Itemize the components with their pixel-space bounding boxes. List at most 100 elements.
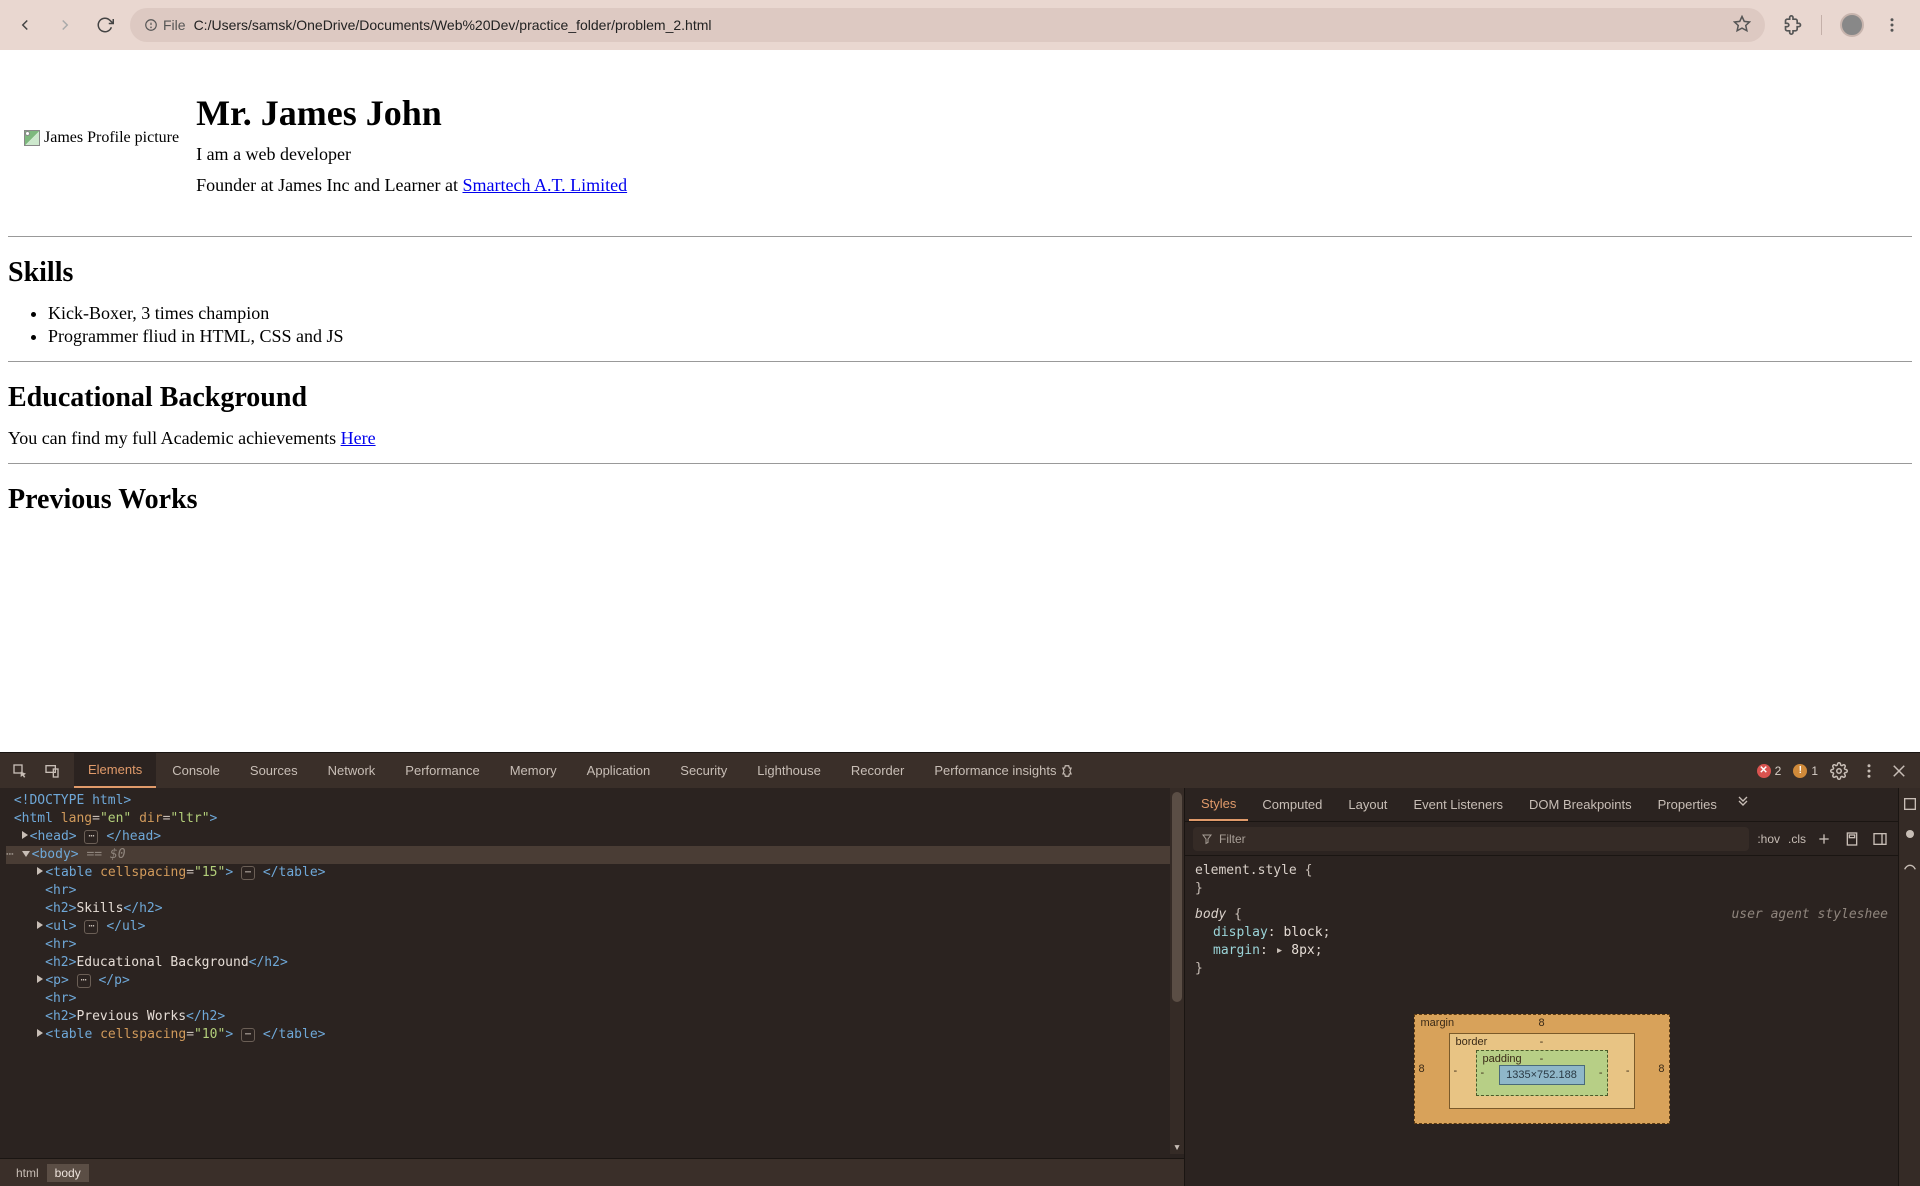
education-text: You can find my full Academic achievemen… bbox=[8, 428, 1912, 449]
box-value: - bbox=[1599, 1067, 1603, 1079]
file-label: File bbox=[163, 17, 186, 33]
box-model[interactable]: margin 8 8 8 border - - - padding - - - bbox=[1185, 984, 1898, 1124]
more-tabs-icon[interactable] bbox=[1735, 795, 1751, 814]
skills-heading: Skills bbox=[8, 257, 1912, 289]
tab-memory[interactable]: Memory bbox=[496, 753, 571, 788]
css-rules[interactable]: element.style { } body { user agent styl… bbox=[1185, 856, 1898, 984]
dom-line[interactable]: <ul> ⋯ </ul> bbox=[6, 918, 1184, 936]
tab-label: Performance insights bbox=[934, 763, 1056, 778]
tab-layout[interactable]: Layout bbox=[1336, 788, 1399, 821]
dom-line[interactable]: <hr> bbox=[6, 882, 1184, 900]
scrollbar-thumb[interactable] bbox=[1172, 792, 1182, 1002]
box-value: 8 bbox=[1419, 1063, 1425, 1075]
tab-console[interactable]: Console bbox=[158, 753, 234, 788]
tab-computed[interactable]: Computed bbox=[1250, 788, 1334, 821]
dom-line[interactable]: <!DOCTYPE html> bbox=[6, 792, 1184, 810]
error-count[interactable]: ✕ 2 bbox=[1757, 764, 1782, 778]
rail-icon[interactable] bbox=[1902, 826, 1918, 842]
filter-input[interactable]: Filter bbox=[1193, 827, 1749, 851]
box-value: - bbox=[1540, 1053, 1544, 1065]
tab-performance-insights[interactable]: Performance insights bbox=[920, 753, 1088, 788]
warning-count[interactable]: ! 1 bbox=[1793, 764, 1818, 778]
styles-tabs: Styles Computed Layout Event Listeners D… bbox=[1185, 788, 1898, 822]
tab-elements[interactable]: Elements bbox=[74, 753, 156, 788]
tab-dom-breakpoints[interactable]: DOM Breakpoints bbox=[1517, 788, 1644, 821]
crumb-body[interactable]: body bbox=[47, 1164, 89, 1182]
box-content: 1335×752.188 bbox=[1499, 1065, 1585, 1085]
tab-security[interactable]: Security bbox=[666, 753, 741, 788]
dom-line[interactable]: <html lang="en" dir="ltr"> bbox=[6, 810, 1184, 828]
education-link[interactable]: Here bbox=[341, 428, 376, 448]
error-icon: ✕ bbox=[1757, 764, 1771, 778]
list-item: Programmer fliud in HTML, CSS and JS bbox=[48, 326, 1912, 347]
crumb-html[interactable]: html bbox=[8, 1164, 47, 1182]
dom-line[interactable]: <hr> bbox=[6, 990, 1184, 1008]
box-value: 8 bbox=[1538, 1017, 1544, 1029]
dom-line-selected[interactable]: ⋯ <body> == $0 bbox=[6, 846, 1184, 864]
tab-network[interactable]: Network bbox=[314, 753, 390, 788]
tab-recorder[interactable]: Recorder bbox=[837, 753, 918, 788]
dom-tree[interactable]: <!DOCTYPE html> <html lang="en" dir="ltr… bbox=[0, 788, 1184, 1158]
hr bbox=[8, 236, 1912, 237]
founder-line: Founder at James Inc and Learner at Smar… bbox=[196, 175, 627, 196]
smartech-link[interactable]: Smartech A.T. Limited bbox=[462, 175, 627, 195]
settings-icon[interactable] bbox=[1830, 762, 1848, 780]
devtools-tabs: Elements Console Sources Network Perform… bbox=[74, 753, 1088, 788]
computed-toggle-icon[interactable] bbox=[1842, 829, 1862, 849]
tab-sources[interactable]: Sources bbox=[236, 753, 312, 788]
broken-image-icon bbox=[24, 130, 40, 146]
bookmark-icon[interactable] bbox=[1733, 15, 1751, 36]
box-label: margin bbox=[1421, 1017, 1455, 1029]
reload-button[interactable] bbox=[90, 10, 120, 40]
tab-event-listeners[interactable]: Event Listeners bbox=[1401, 788, 1515, 821]
new-rule-icon[interactable] bbox=[1814, 829, 1834, 849]
more-icon[interactable] bbox=[1860, 762, 1878, 780]
tab-styles[interactable]: Styles bbox=[1189, 788, 1248, 821]
dom-line[interactable]: <head> ⋯ </head> bbox=[6, 828, 1184, 846]
box-padding: padding - - - 1335×752.188 bbox=[1476, 1050, 1608, 1096]
warning-number: 1 bbox=[1811, 764, 1818, 778]
tab-application[interactable]: Application bbox=[573, 753, 665, 788]
previous-works-heading: Previous Works bbox=[8, 484, 1912, 516]
forward-button[interactable] bbox=[50, 10, 80, 40]
page-viewport: James Profile picture Mr. James John I a… bbox=[0, 50, 1920, 752]
extensions-icon[interactable] bbox=[1783, 15, 1803, 35]
close-devtools-icon[interactable] bbox=[1890, 762, 1908, 780]
inspect-icon[interactable] bbox=[6, 757, 34, 785]
tab-performance[interactable]: Performance bbox=[391, 753, 493, 788]
hr bbox=[8, 463, 1912, 464]
filter-icon bbox=[1201, 833, 1213, 845]
sidebar-toggle-icon[interactable] bbox=[1870, 829, 1890, 849]
address-bar[interactable]: File C:/Users/samsk/OneDrive/Documents/W… bbox=[130, 8, 1765, 42]
rail-icon[interactable] bbox=[1902, 856, 1918, 872]
dom-line[interactable]: <h2>Educational Background</h2> bbox=[6, 954, 1184, 972]
box-value: - bbox=[1540, 1036, 1544, 1048]
rule-selector: body bbox=[1195, 907, 1226, 922]
tab-lighthouse[interactable]: Lighthouse bbox=[743, 753, 835, 788]
back-button[interactable] bbox=[10, 10, 40, 40]
dom-line[interactable]: <h2>Previous Works</h2> bbox=[6, 1008, 1184, 1026]
hov-toggle[interactable]: :hov bbox=[1757, 832, 1780, 846]
filter-row: Filter :hov .cls bbox=[1185, 822, 1898, 856]
dom-line[interactable]: <table cellspacing="10"> ⋯ </table> bbox=[6, 1026, 1184, 1044]
intro-text: I am a web developer bbox=[196, 144, 627, 165]
dom-line[interactable]: <h2>Skills</h2> bbox=[6, 900, 1184, 918]
dom-panel: <!DOCTYPE html> <html lang="en" dir="ltr… bbox=[0, 788, 1184, 1186]
founder-prefix: Founder at James Inc and Learner at bbox=[196, 175, 462, 195]
toolbar-right bbox=[1775, 13, 1910, 37]
dom-line[interactable]: <table cellspacing="15"> ⋯ </table> bbox=[6, 864, 1184, 882]
skills-list: Kick-Boxer, 3 times champion Programmer … bbox=[8, 303, 1912, 347]
dom-scrollbar[interactable]: ▾ bbox=[1170, 788, 1184, 1154]
device-toggle-icon[interactable] bbox=[38, 757, 66, 785]
profile-avatar[interactable] bbox=[1840, 13, 1864, 37]
url-text: C:/Users/samsk/OneDrive/Documents/Web%20… bbox=[194, 17, 1725, 33]
cls-toggle[interactable]: .cls bbox=[1788, 832, 1806, 846]
dom-line[interactable]: <hr> bbox=[6, 936, 1184, 954]
rule-selector: element.style bbox=[1195, 863, 1297, 878]
hr bbox=[8, 361, 1912, 362]
dom-line[interactable]: <p> ⋯ </p> bbox=[6, 972, 1184, 990]
menu-icon[interactable] bbox=[1882, 15, 1902, 35]
tab-properties[interactable]: Properties bbox=[1646, 788, 1729, 821]
rail-icon[interactable] bbox=[1902, 796, 1918, 812]
scroll-down-icon[interactable]: ▾ bbox=[1170, 1140, 1184, 1154]
